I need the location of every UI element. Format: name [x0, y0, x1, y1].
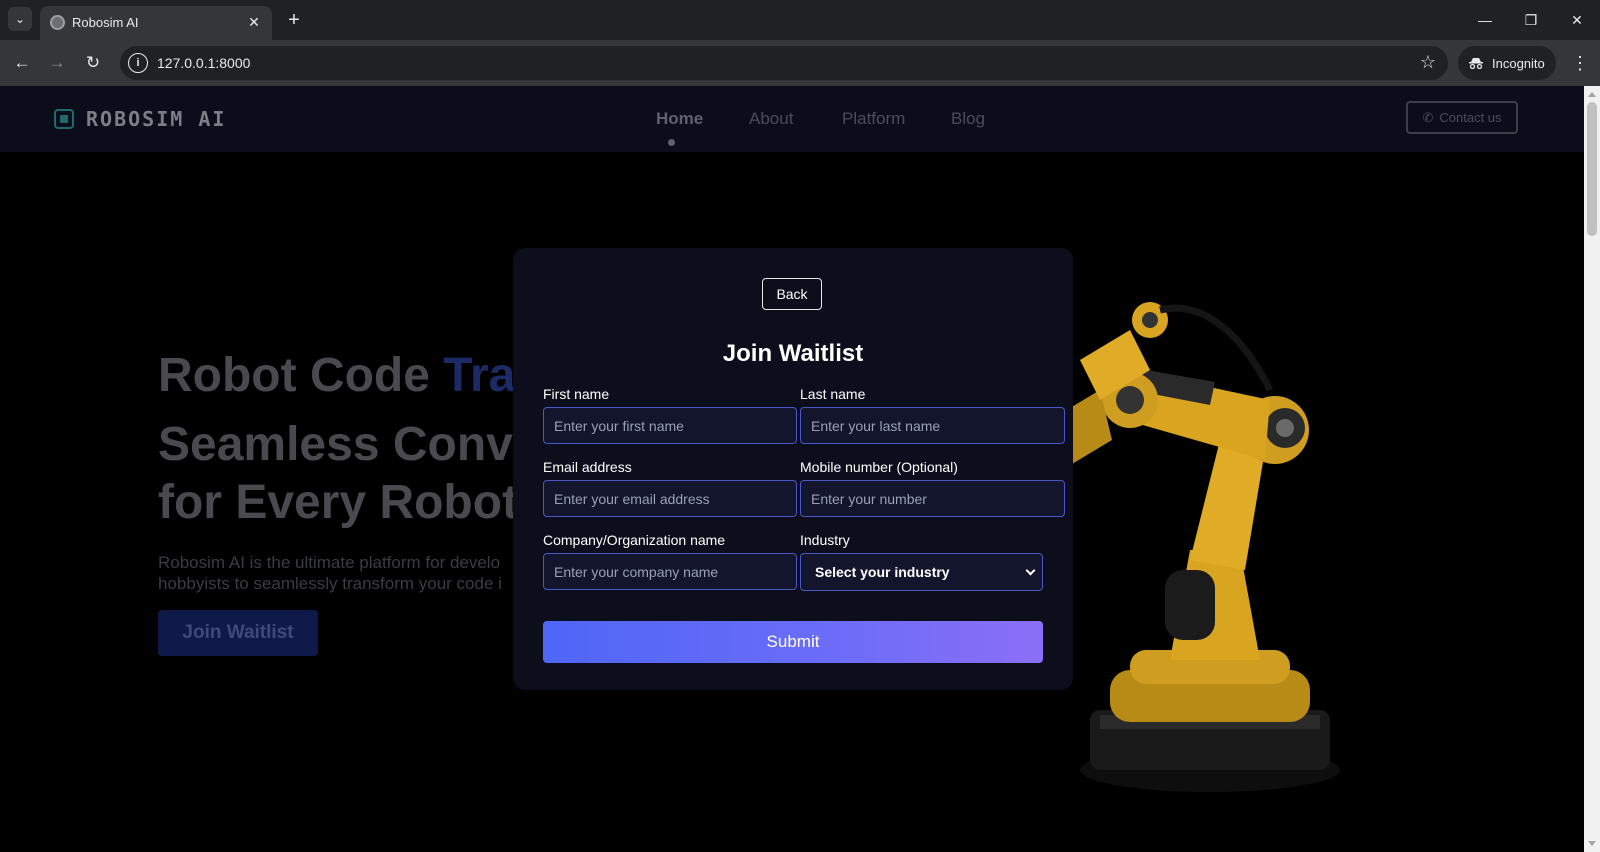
incognito-badge[interactable]: Incognito [1458, 46, 1556, 80]
last-name-field[interactable]: Enter your last name [800, 407, 1065, 444]
back-button[interactable]: Back [762, 278, 822, 310]
site-logo[interactable]: ROBOSIM AI [54, 107, 226, 131]
industry-selected-value: Select your industry [815, 564, 950, 580]
incognito-label: Incognito [1492, 55, 1545, 71]
company-field[interactable]: Enter your company name [543, 553, 797, 590]
back-nav-button[interactable]: ← [9, 50, 35, 76]
modal-title: Join Waitlist [722, 340, 864, 367]
minimize-button[interactable]: — [1470, 6, 1500, 34]
address-bar[interactable]: i 127.0.0.1:8000 ☆ [120, 46, 1448, 80]
reload-icon: ↻ [85, 53, 101, 72]
chip-icon [54, 109, 74, 129]
info-icon[interactable]: i [128, 53, 148, 73]
star-icon[interactable]: ☆ [1420, 52, 1436, 73]
company-label: Company/Organization name [543, 532, 726, 548]
minimize-icon: — [1478, 12, 1492, 28]
active-nav-indicator [668, 139, 675, 146]
scroll-down-icon[interactable] [1588, 841, 1596, 846]
browser-tab[interactable]: Robosim AI ✕ [40, 6, 272, 40]
forward-nav-button[interactable]: → [44, 50, 70, 76]
incognito-icon [1469, 58, 1483, 69]
email-label: Email address [543, 459, 632, 475]
globe-icon [50, 15, 65, 30]
arrow-right-icon: → [48, 53, 66, 72]
logo-text: ROBOSIM AI [86, 107, 227, 131]
contact-us-label: Contact us [1439, 110, 1502, 125]
scrollbar-thumb[interactable] [1587, 102, 1597, 236]
restore-button[interactable]: ❐ [1516, 6, 1546, 34]
window-close-button[interactable]: ✕ [1562, 6, 1592, 34]
email-field[interactable]: Enter your email address [543, 480, 797, 517]
industry-label: Industry [800, 532, 850, 548]
browser-menu-button[interactable]: ⋮ [1568, 50, 1592, 76]
robot-arm-image [1040, 302, 1340, 792]
join-waitlist-button[interactable]: Join Waitlist [158, 610, 318, 656]
chevron-down-icon [1025, 565, 1036, 576]
tab-title: Robosim AI [72, 15, 139, 30]
tab-search-button[interactable]: ⌄ [8, 7, 32, 31]
page-viewport: ROBOSIM AI Home About Platform Blog ✆ Co… [0, 86, 1584, 852]
hero-heading-line2a: Seamless Conv [158, 418, 513, 471]
close-icon: ✕ [1571, 11, 1583, 28]
reload-button[interactable]: ↻ [80, 50, 106, 76]
mobile-field[interactable]: Enter your number [800, 480, 1065, 517]
phone-icon: ✆ [1422, 109, 1434, 125]
mobile-label: Mobile number (Optional) [800, 459, 958, 475]
arrow-left-icon: ← [13, 53, 31, 72]
scroll-up-icon[interactable] [1588, 92, 1596, 97]
page-scrollbar[interactable] [1584, 86, 1600, 852]
close-icon[interactable]: ✕ [244, 12, 264, 32]
hero-heading-line2b: for Every Robot [158, 476, 519, 529]
nav-home[interactable]: Home [656, 109, 703, 129]
waitlist-modal: Back Join Waitlist First name Enter your… [513, 248, 1073, 690]
industry-select[interactable]: Select your industry [800, 553, 1043, 591]
hero-heading-line2: Seamless Conv for Every Robot [158, 416, 518, 532]
browser-toolbar: ← → ↻ i 127.0.0.1:8000 ☆ Incognito ⋮ [0, 40, 1600, 86]
nav-platform[interactable]: Platform [842, 109, 905, 129]
first-name-label: First name [543, 386, 610, 402]
last-name-label: Last name [800, 386, 866, 402]
hero-description: Robosim AI is the ultimate platform for … [158, 552, 502, 594]
submit-button[interactable]: Submit [543, 621, 1043, 663]
browser-tab-bar: ⌄ Robosim AI ✕ + — ❐ ✕ [0, 0, 1600, 40]
contact-us-button[interactable]: ✆ Contact us [1406, 101, 1518, 134]
nav-blog[interactable]: Blog [951, 109, 985, 129]
hero-description-line2: hobbyists to seamlessly transform your c… [158, 574, 502, 593]
hero-heading-accent: Tra [443, 349, 516, 402]
new-tab-button[interactable]: + [282, 8, 306, 32]
first-name-field[interactable]: Enter your first name [543, 407, 797, 444]
chevron-down-icon: ⌄ [14, 12, 26, 26]
restore-icon: ❐ [1524, 11, 1538, 28]
hero-heading-plain: Robot Code [158, 349, 444, 402]
more-vert-icon: ⋮ [1571, 52, 1589, 73]
hero-description-line1: Robosim AI is the ultimate platform for … [158, 553, 501, 572]
url-text: 127.0.0.1:8000 [157, 55, 251, 71]
site-header: ROBOSIM AI Home About Platform Blog ✆ Co… [0, 86, 1584, 152]
hero-heading-line1: Robot Code Tra [158, 348, 515, 403]
nav-about[interactable]: About [749, 109, 793, 129]
plus-icon: + [288, 8, 300, 31]
